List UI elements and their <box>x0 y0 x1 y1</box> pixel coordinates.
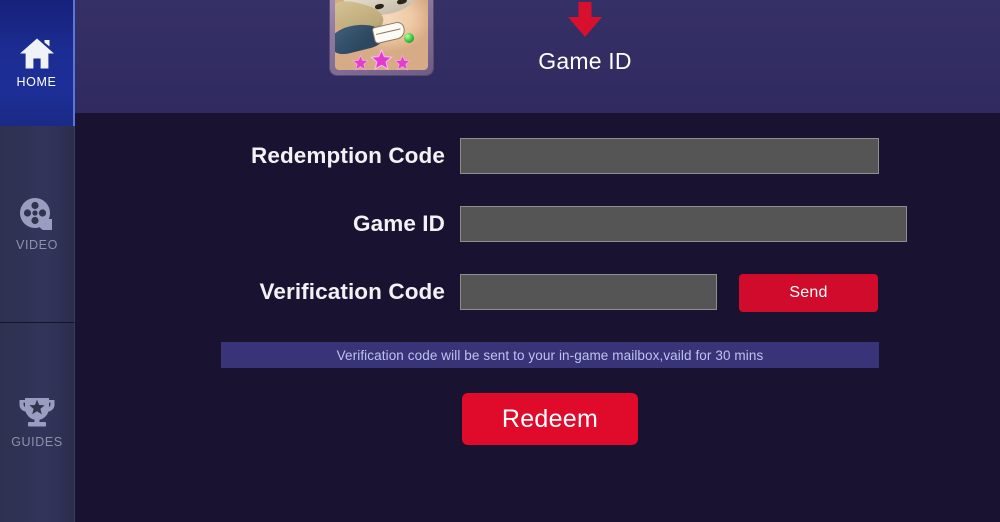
video-reel-icon <box>19 197 55 233</box>
verification-notice-banner: Verification code will be sent to your i… <box>221 342 879 368</box>
avatar-gem <box>404 33 414 43</box>
sidebar-item-label-video: VIDEO <box>16 237 58 252</box>
label-verification-code: Verification Code <box>259 279 445 304</box>
home-icon <box>19 37 55 70</box>
sidebar-item-video[interactable]: VIDEO <box>0 126 75 322</box>
star-icon <box>394 54 411 71</box>
star-icon <box>352 54 369 71</box>
avatar-star-rating <box>330 48 433 71</box>
verification-code-input[interactable] <box>460 274 717 310</box>
form-row-redemption-code: Redemption Code <box>75 138 1000 174</box>
label-game-id: Game ID <box>353 211 445 236</box>
sidebar-item-label-guides: GUIDES <box>11 435 63 450</box>
send-verification-button[interactable]: Send <box>739 274 878 312</box>
label-redemption-code: Redemption Code <box>250 143 445 168</box>
sidebar-item-label-home: HOME <box>16 75 57 90</box>
sidebar-item-home[interactable]: HOME <box>0 0 75 126</box>
avatar-frame <box>330 0 433 75</box>
redeem-form: Redemption Code Game ID Verification Cod… <box>75 113 1000 522</box>
star-icon <box>370 48 393 71</box>
game-id-input[interactable] <box>460 206 907 242</box>
verification-notice-text: Verification code will be sent to your i… <box>336 347 764 363</box>
redeem-button[interactable]: Redeem <box>462 393 638 445</box>
character-avatar[interactable] <box>330 0 433 75</box>
header-game-id-label: Game ID <box>538 48 632 74</box>
trophy-icon <box>17 396 57 430</box>
arrow-down-indicator <box>555 0 615 46</box>
form-row-game-id: Game ID <box>75 206 1000 242</box>
arrow-down-icon <box>568 2 602 37</box>
redemption-code-input[interactable] <box>460 138 879 174</box>
redeem-code-page: HOME VIDEO GUIDES Game ID Redemption Cod… <box>0 0 1000 522</box>
page-header: Game ID <box>75 0 1000 113</box>
sidebar: HOME VIDEO GUIDES <box>0 0 75 522</box>
sidebar-item-guides[interactable]: GUIDES <box>0 322 75 522</box>
